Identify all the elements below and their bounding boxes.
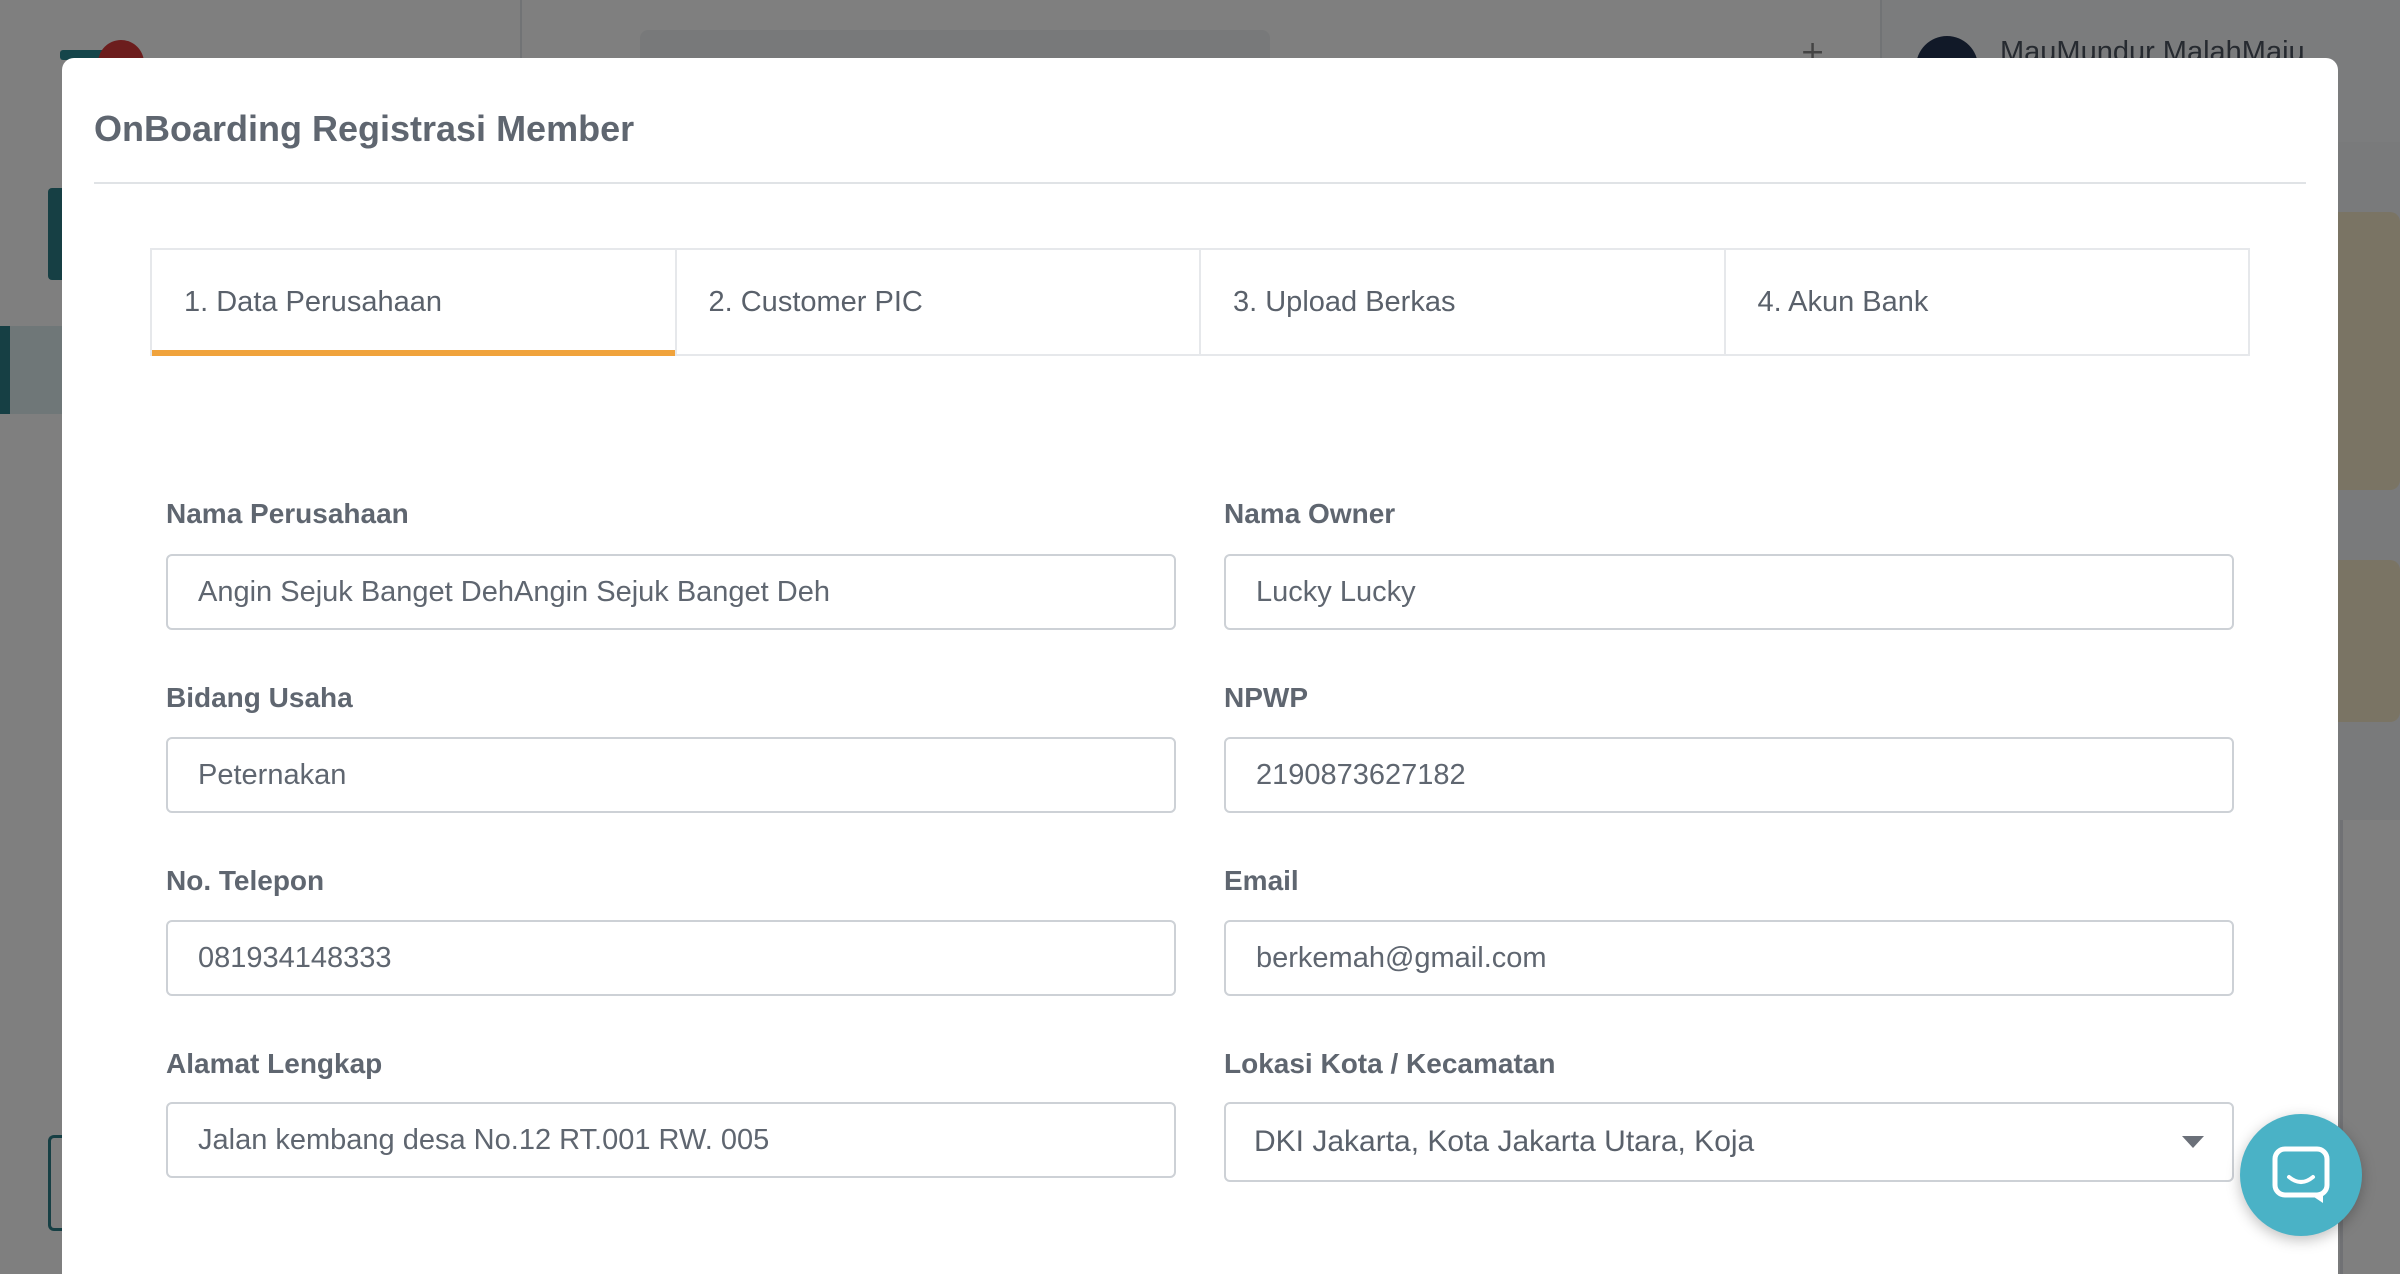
tab-upload-berkas[interactable]: 3. Upload Berkas xyxy=(1201,250,1726,354)
email-input[interactable] xyxy=(1224,920,2234,996)
nama-owner-input[interactable] xyxy=(1224,554,2234,630)
nama-perusahaan-label: Nama Perusahaan xyxy=(166,498,409,529)
no-telepon-label: No. Telepon xyxy=(166,865,325,896)
lokasi-label: Lokasi Kota / Kecamatan xyxy=(1224,1048,1556,1079)
no-telepon-input[interactable] xyxy=(166,920,1176,996)
lokasi-select[interactable]: DKI Jakarta, Kota Jakarta Utara, Koja xyxy=(1224,1102,2234,1182)
modal-title: OnBoarding Registrasi Member xyxy=(94,108,635,149)
bidang-usaha-label: Bidang Usaha xyxy=(166,682,353,713)
nama-perusahaan-input[interactable] xyxy=(166,554,1176,630)
bidang-usaha-input[interactable] xyxy=(166,737,1176,813)
tab-data-perusahaan[interactable]: 1. Data Perusahaan xyxy=(152,250,677,356)
tab-akun-bank[interactable]: 4. Akun Bank xyxy=(1726,250,2249,354)
step-tabs: 1. Data Perusahaan 2. Customer PIC 3. Up… xyxy=(150,248,2250,356)
email-label: Email xyxy=(1224,865,1299,896)
chevron-down-icon xyxy=(2182,1136,2204,1148)
alamat-lengkap-label: Alamat Lengkap xyxy=(166,1048,383,1079)
npwp-input[interactable] xyxy=(1224,737,2234,813)
lokasi-selected-value: DKI Jakarta, Kota Jakarta Utara, Koja xyxy=(1254,1125,1755,1158)
divider xyxy=(94,182,2306,184)
chat-bubble-icon xyxy=(2272,1146,2330,1203)
onboarding-modal: OnBoarding Registrasi Member 1. Data Per… xyxy=(62,58,2338,1274)
chat-launcher-button[interactable] xyxy=(2240,1114,2362,1236)
nama-owner-label: Nama Owner xyxy=(1224,498,1396,529)
npwp-label: NPWP xyxy=(1224,682,1308,713)
alamat-lengkap-input[interactable] xyxy=(166,1102,1176,1178)
tab-customer-pic[interactable]: 2. Customer PIC xyxy=(677,250,1201,354)
